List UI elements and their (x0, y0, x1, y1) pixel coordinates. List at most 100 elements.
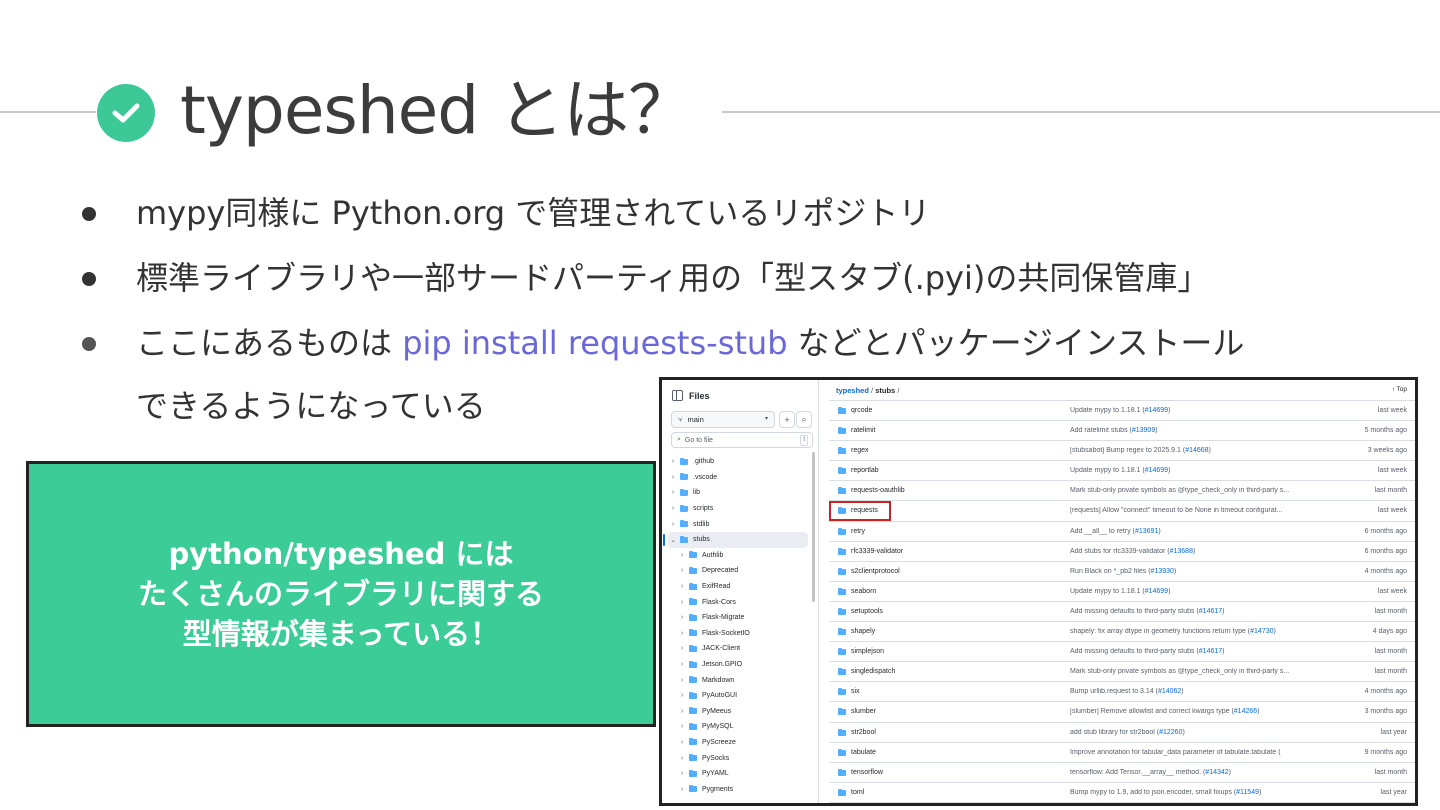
commit-message[interactable]: Bump mypy to 1.9, add to json.encoder, s… (1070, 789, 1261, 796)
tree-item[interactable]: › PyMeeus (668, 704, 808, 720)
pull-request-link[interactable]: #14617 (1199, 608, 1222, 615)
go-to-file-input[interactable]: ⌕ Go to file t (671, 432, 813, 448)
commit-message[interactable]: Add missing defaults to third-party stub… (1070, 608, 1224, 615)
tree-item[interactable]: › .github (668, 454, 808, 470)
pull-request-link[interactable]: #13930 (1151, 568, 1174, 575)
chevron-right-icon[interactable]: › (677, 786, 687, 793)
chevron-right-icon[interactable]: › (668, 458, 678, 465)
folder-name-link[interactable]: setuptools (851, 608, 883, 615)
tree-item[interactable]: › Authlib (668, 548, 808, 564)
commit-message[interactable]: [stubsabot] Bump regex to 2025.9.1 (#146… (1070, 447, 1211, 454)
search-button[interactable]: ⌕ (796, 411, 812, 428)
folder-name-link[interactable]: rfc3339-validator (851, 548, 903, 555)
pull-request-link[interactable]: #14342 (1205, 769, 1228, 776)
commit-message[interactable]: [slumber] Remove allowlist and correct k… (1070, 708, 1259, 715)
folder-name-link[interactable]: retry (851, 528, 865, 535)
commit-message[interactable]: Mark stub-only private symbols as @type_… (1070, 487, 1289, 494)
tree-item[interactable]: › Deprecated (668, 563, 808, 579)
tree-item[interactable]: › PyYAML (668, 766, 808, 782)
pull-request-link[interactable]: #14062 (1158, 688, 1181, 695)
commit-message[interactable]: Add stubs for rfc3339-validator (#13688) (1070, 548, 1195, 555)
commit-message[interactable]: Add missing defaults to third-party stub… (1070, 648, 1224, 655)
chevron-right-icon[interactable]: › (677, 630, 687, 637)
pull-request-link[interactable]: #13688 (1170, 548, 1193, 555)
tree-item[interactable]: ⌄ stubs (663, 531, 808, 548)
chevron-right-icon[interactable]: › (677, 692, 687, 699)
sidebar-scrollbar[interactable] (812, 452, 815, 602)
pull-request-link[interactable]: #13691 (1135, 528, 1158, 535)
chevron-right-icon[interactable]: › (677, 770, 687, 777)
pull-request-link[interactable]: #14699 (1145, 407, 1168, 414)
pull-request-link[interactable]: #11549 (1236, 789, 1259, 796)
chevron-right-icon[interactable]: › (668, 505, 678, 512)
tree-item[interactable]: › PySocks (668, 750, 808, 766)
folder-name-link[interactable]: simplejson (851, 648, 884, 655)
commit-message[interactable]: shapely: fix array dtype in geometry fun… (1070, 628, 1276, 635)
chevron-right-icon[interactable]: › (677, 614, 687, 621)
folder-name-link[interactable]: s2clientprotocol (851, 568, 900, 575)
folder-name-link[interactable]: toml (851, 789, 864, 796)
commit-message[interactable]: tensorflow: Add Tensor.__array__ method.… (1070, 769, 1231, 776)
tree-item[interactable]: › PyMySQL (668, 719, 808, 735)
commit-message[interactable]: Add __all__ to retry (#13691) (1070, 528, 1161, 535)
pull-request-link[interactable]: #14730 (1250, 628, 1273, 635)
folder-name-link[interactable]: tensorflow (851, 769, 883, 776)
tree-item[interactable]: › ExifRead (668, 579, 808, 595)
folder-name-link[interactable]: requests-oauthlib (851, 487, 905, 494)
tree-item[interactable]: › Flask-SocketIO (668, 626, 808, 642)
commit-message[interactable]: Mark stub-only private symbols as @type_… (1070, 668, 1289, 675)
chevron-right-icon[interactable]: › (677, 552, 687, 559)
chevron-right-icon[interactable]: › (668, 489, 678, 496)
chevron-right-icon[interactable]: › (677, 677, 687, 684)
tree-item[interactable]: › Jetson.GPIO (668, 657, 808, 673)
tree-item[interactable]: › PyAutoGUI (668, 688, 808, 704)
commit-message[interactable]: Bump urllib.request to 3.14 (#14062) (1070, 688, 1184, 695)
chevron-right-icon[interactable]: › (677, 645, 687, 652)
pull-request-link[interactable]: #13909 (1132, 427, 1155, 434)
chevron-right-icon[interactable]: › (677, 708, 687, 715)
sidebar-toggle-icon[interactable] (672, 390, 683, 401)
folder-name-link[interactable]: tabulate (851, 749, 876, 756)
tree-item[interactable]: › stdlib (668, 516, 808, 532)
folder-name-link[interactable]: six (851, 688, 860, 695)
tree-item[interactable]: › Flask-Cors (668, 594, 808, 610)
chevron-right-icon[interactable]: › (677, 661, 687, 668)
commit-message[interactable]: Update mypy to 1.18.1 (#14699) (1070, 588, 1170, 595)
chevron-right-icon[interactable]: › (668, 521, 678, 528)
folder-name-link[interactable]: str2bool (851, 729, 876, 736)
folder-name-link[interactable]: regex (851, 447, 869, 454)
chevron-right-icon[interactable]: › (677, 723, 687, 730)
folder-name-link[interactable]: singledispatch (851, 668, 895, 675)
tree-item[interactable]: › Pygments (668, 781, 808, 797)
folder-name-link[interactable]: reportlab (851, 467, 879, 474)
commit-message[interactable]: Add ratelimit stubs (#13909) (1070, 427, 1158, 434)
folder-name-link[interactable]: ratelimit (851, 427, 876, 434)
tree-item[interactable]: › .vscode (668, 470, 808, 486)
chevron-right-icon[interactable]: › (668, 474, 678, 481)
pull-request-link[interactable]: #14617 (1199, 648, 1222, 655)
add-file-button[interactable]: + (779, 411, 795, 428)
folder-name-link[interactable]: shapely (851, 628, 875, 635)
chevron-right-icon[interactable]: › (677, 583, 687, 590)
folder-name-link[interactable]: qrcode (851, 407, 872, 414)
commit-message[interactable]: add stub library for str2bool (#12260) (1070, 729, 1185, 736)
tree-item[interactable]: › lib (668, 485, 808, 501)
folder-name-link[interactable]: slumber (851, 708, 876, 715)
pull-request-link[interactable]: #14699 (1145, 467, 1168, 474)
branch-selector[interactable]: ⑂ main ▾ (671, 411, 775, 428)
commit-message[interactable]: Run Black on *_pb2 files (#13930) (1070, 568, 1176, 575)
folder-name-link[interactable]: seaborn (851, 588, 876, 595)
tree-item[interactable]: › JACK-Client (668, 641, 808, 657)
chevron-right-icon[interactable]: › (677, 567, 687, 574)
tree-item[interactable]: › Markdown (668, 672, 808, 688)
pull-request-link[interactable]: #14266 (1234, 708, 1257, 715)
back-to-top-link[interactable]: ↑ Top (1392, 386, 1407, 393)
commit-message[interactable]: Update mypy to 1.18.1 (#14699) (1070, 467, 1170, 474)
breadcrumb-repo-link[interactable]: typeshed (836, 386, 869, 395)
chevron-right-icon[interactable]: › (677, 755, 687, 762)
commit-message[interactable]: Improve annotation for tabular_data para… (1070, 749, 1281, 756)
commit-message[interactable]: Update mypy to 1.18.1 (#14699) (1070, 407, 1170, 414)
tree-item[interactable]: › PyScreeze (668, 735, 808, 751)
chevron-down-icon[interactable]: ⌄ (668, 536, 678, 544)
chevron-right-icon[interactable]: › (677, 739, 687, 746)
